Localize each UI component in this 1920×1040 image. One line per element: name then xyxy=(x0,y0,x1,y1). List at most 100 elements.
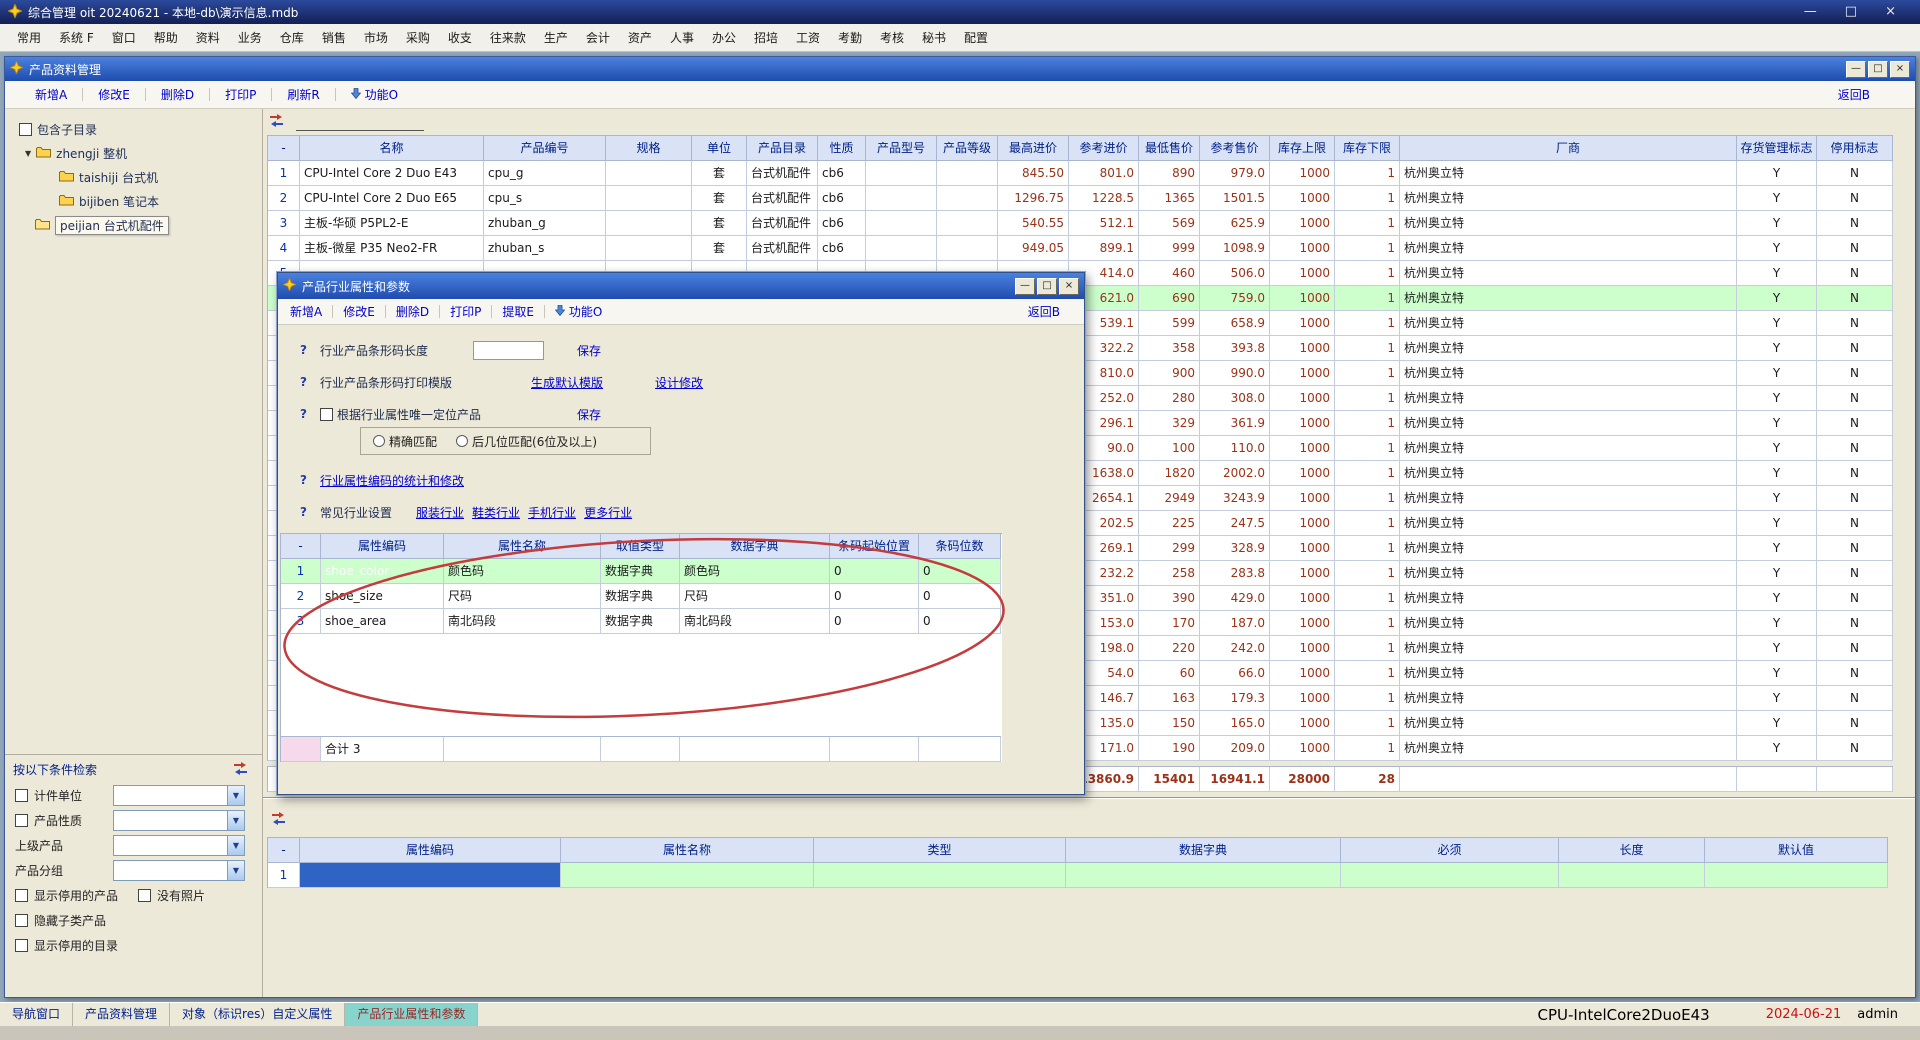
column-header[interactable]: 默认值 xyxy=(1705,838,1888,863)
table-cell[interactable]: Y xyxy=(1737,611,1817,636)
print-button[interactable]: 打印P xyxy=(225,86,256,103)
table-cell[interactable]: 1 xyxy=(1335,436,1400,461)
tree-node-taishiji[interactable]: taishiji 台式机 xyxy=(11,165,262,189)
table-cell[interactable]: 66.0 xyxy=(1200,661,1270,686)
column-header[interactable]: 参考进价 xyxy=(1069,136,1139,161)
column-header[interactable]: 库存上限 xyxy=(1270,136,1335,161)
table-cell[interactable]: 1000 xyxy=(1270,186,1335,211)
table-cell[interactable]: N xyxy=(1817,286,1893,311)
table-cell[interactable]: 328.9 xyxy=(1200,536,1270,561)
attr-code-stats-link[interactable]: 行业属性编码的统计和修改 xyxy=(320,472,464,489)
table-cell[interactable]: 杭州奥立特 xyxy=(1400,311,1737,336)
parent-combo[interactable]: ▼ xyxy=(113,835,245,856)
table-cell[interactable]: N xyxy=(1817,336,1893,361)
table-cell[interactable]: 460 xyxy=(1139,261,1200,286)
dialog-new-button[interactable]: 新增A xyxy=(290,303,322,320)
table-cell[interactable]: 1 xyxy=(1335,386,1400,411)
menu-item-19[interactable]: 考勤 xyxy=(829,29,871,46)
menu-item-5[interactable]: 业务 xyxy=(229,29,271,46)
industry-link-shoes[interactable]: 鞋类行业 xyxy=(472,504,520,521)
table-cell[interactable]: N xyxy=(1817,186,1893,211)
table-cell[interactable]: 1000 xyxy=(1270,611,1335,636)
table-cell[interactable]: 949.05 xyxy=(998,236,1069,261)
table-cell[interactable]: 209.0 xyxy=(1200,736,1270,761)
table-cell[interactable]: 890 xyxy=(1139,161,1200,186)
table-cell[interactable]: 台式机配件 xyxy=(747,186,818,211)
close-button[interactable]: × xyxy=(1885,1,1896,23)
menu-item-18[interactable]: 工资 xyxy=(787,29,829,46)
table-cell[interactable]: 杭州奥立特 xyxy=(1400,261,1737,286)
table-cell[interactable]: 358 xyxy=(1139,336,1200,361)
table-cell[interactable]: 1000 xyxy=(1270,161,1335,186)
column-header[interactable]: 规格 xyxy=(606,136,692,161)
table-cell[interactable]: 393.8 xyxy=(1200,336,1270,361)
table-cell[interactable]: 数据字典 xyxy=(601,559,680,584)
table-cell[interactable] xyxy=(937,236,998,261)
table-cell[interactable]: N xyxy=(1817,611,1893,636)
column-header[interactable]: - xyxy=(268,136,300,161)
table-cell[interactable]: cb6 xyxy=(818,186,866,211)
table-cell[interactable]: 0 xyxy=(830,584,919,609)
table-cell[interactable]: 套 xyxy=(692,236,747,261)
table-cell[interactable]: 900 xyxy=(1139,361,1200,386)
menu-item-22[interactable]: 配置 xyxy=(955,29,997,46)
table-cell[interactable]: 2002.0 xyxy=(1200,461,1270,486)
table-cell[interactable] xyxy=(1066,863,1341,888)
table-cell[interactable]: 1000 xyxy=(1270,636,1335,661)
table-cell[interactable]: Y xyxy=(1737,411,1817,436)
table-cell[interactable] xyxy=(1341,863,1559,888)
table-cell[interactable]: 台式机配件 xyxy=(747,236,818,261)
table-cell[interactable]: 1000 xyxy=(1270,411,1335,436)
product-row[interactable]: 1CPU-Intel Core 2 Duo E43cpu_g套台式机配件cb68… xyxy=(268,161,1893,186)
table-cell[interactable]: 套 xyxy=(692,186,747,211)
table-cell[interactable]: 329 xyxy=(1139,411,1200,436)
table-cell[interactable]: 1296.75 xyxy=(998,186,1069,211)
back-button[interactable]: 返回B xyxy=(1838,86,1870,103)
table-cell[interactable]: 1 xyxy=(1335,411,1400,436)
table-cell[interactable]: Y xyxy=(1737,436,1817,461)
column-header[interactable]: 必须 xyxy=(1341,838,1559,863)
column-header[interactable]: 厂商 xyxy=(1400,136,1737,161)
table-cell[interactable]: 杭州奥立特 xyxy=(1400,161,1737,186)
table-cell[interactable]: N xyxy=(1817,261,1893,286)
table-cell[interactable]: CPU-Intel Core 2 Duo E43 xyxy=(300,161,484,186)
table-cell[interactable]: 429.0 xyxy=(1200,586,1270,611)
menu-item-16[interactable]: 办公 xyxy=(703,29,745,46)
table-cell[interactable]: zhuban_s xyxy=(484,236,606,261)
dialog-print-button[interactable]: 打印P xyxy=(450,303,481,320)
tree-node-peijian[interactable]: peijian 台式机配件 xyxy=(11,213,262,237)
column-header[interactable]: 类型 xyxy=(814,838,1066,863)
table-cell[interactable]: 1000 xyxy=(1270,386,1335,411)
table-cell[interactable] xyxy=(937,186,998,211)
column-header[interactable]: 参考售价 xyxy=(1200,136,1270,161)
dialog-edit-button[interactable]: 修改E xyxy=(343,303,375,320)
table-cell[interactable]: N xyxy=(1817,586,1893,611)
table-cell[interactable]: 190 xyxy=(1139,736,1200,761)
column-header[interactable]: 数据字典 xyxy=(1066,838,1341,863)
table-cell[interactable]: 1000 xyxy=(1270,436,1335,461)
table-cell[interactable]: 杭州奥立特 xyxy=(1400,286,1737,311)
table-cell[interactable]: N xyxy=(1817,311,1893,336)
table-cell[interactable]: 杭州奥立特 xyxy=(1400,186,1737,211)
dialog-close-button[interactable]: × xyxy=(1059,278,1079,295)
table-cell[interactable] xyxy=(606,161,692,186)
table-cell[interactable]: 512.1 xyxy=(1069,211,1139,236)
table-cell[interactable]: 1000 xyxy=(1270,461,1335,486)
table-cell[interactable]: 283.8 xyxy=(1200,561,1270,586)
industry-link-clothing[interactable]: 服装行业 xyxy=(416,504,464,521)
table-cell[interactable]: N xyxy=(1817,511,1893,536)
table-cell[interactable]: shoe_area xyxy=(321,609,444,634)
column-header[interactable]: 最低售价 xyxy=(1139,136,1200,161)
table-cell[interactable]: N xyxy=(1817,436,1893,461)
edit-button[interactable]: 修改E xyxy=(98,86,130,103)
table-cell[interactable]: Y xyxy=(1737,286,1817,311)
table-cell[interactable] xyxy=(606,236,692,261)
table-cell[interactable]: 主板-微星 P35 Neo2-FR xyxy=(300,236,484,261)
attr-swap-icon[interactable] xyxy=(271,814,286,828)
column-header[interactable]: 长度 xyxy=(1559,838,1705,863)
table-cell[interactable]: 杭州奥立特 xyxy=(1400,636,1737,661)
generate-template-link[interactable]: 生成默认模版 xyxy=(531,374,603,391)
table-cell[interactable]: 杭州奥立特 xyxy=(1400,586,1737,611)
include-subdir-row[interactable]: 包含子目录 xyxy=(11,117,262,141)
table-cell[interactable]: 1820 xyxy=(1139,461,1200,486)
